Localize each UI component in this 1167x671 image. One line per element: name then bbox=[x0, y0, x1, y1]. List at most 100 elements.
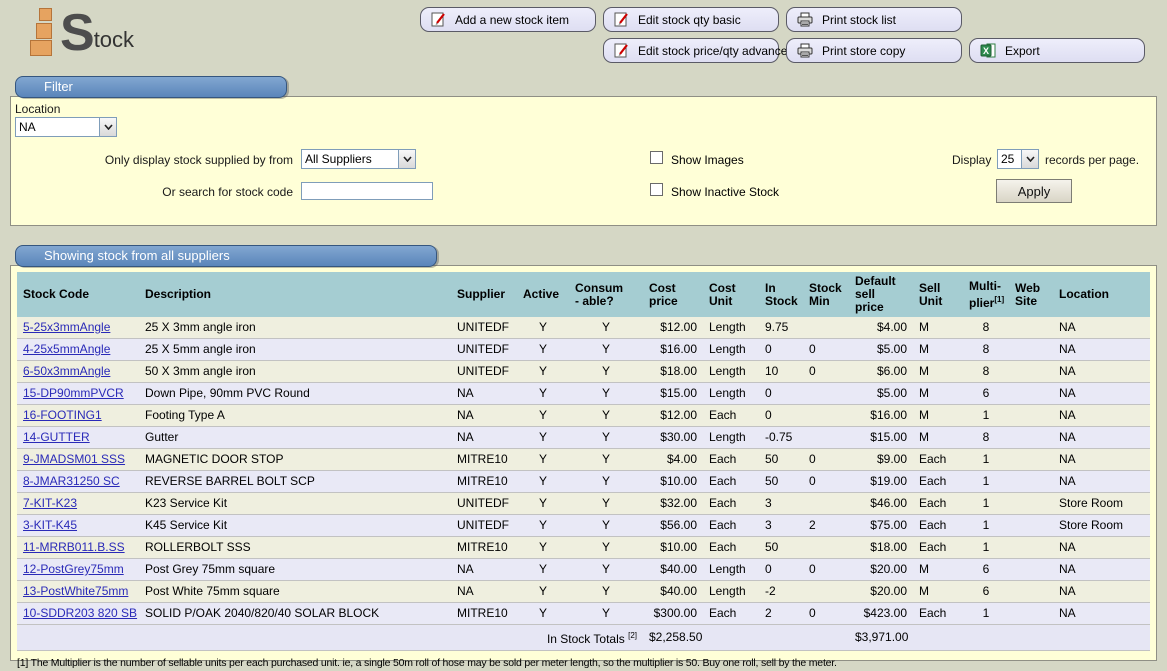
cell-multiplier: 8 bbox=[963, 317, 1009, 339]
records-per-page-value: 25 bbox=[998, 152, 1021, 166]
col-header-multiplier: Multi-plier[1] bbox=[963, 272, 1009, 317]
cell-web_site bbox=[1009, 427, 1053, 449]
cell-consumable: Y bbox=[569, 317, 643, 339]
cell-in_stock: 3 bbox=[759, 515, 803, 537]
stock-code-link[interactable]: 3-KIT-K45 bbox=[23, 518, 77, 532]
stock-code-link[interactable]: 15-DP90mmPVCR bbox=[23, 386, 124, 400]
cell-default_sell_price: $423.00 bbox=[849, 603, 913, 625]
stock-code-link[interactable]: 8-JMAR31250 SC bbox=[23, 474, 120, 488]
cell-default_sell_price: $6.00 bbox=[849, 361, 913, 383]
cell-description: SOLID P/OAK 2040/820/40 SOLAR BLOCK bbox=[139, 603, 451, 625]
cell-stock_min: 2 bbox=[803, 515, 849, 537]
cell-consumable: Y bbox=[569, 427, 643, 449]
supplier-select[interactable]: All Suppliers bbox=[301, 149, 416, 169]
stock-code-link[interactable]: 10-SDDR203 820 SB bbox=[23, 606, 137, 620]
cell-consumable: Y bbox=[569, 493, 643, 515]
cell-supplier: UNITEDF bbox=[451, 493, 517, 515]
cell-stock_code: 14-GUTTER bbox=[17, 427, 139, 449]
stock-code-link[interactable]: 9-JMADSM01 SSS bbox=[23, 452, 125, 466]
cell-cost_price: $10.00 bbox=[643, 471, 703, 493]
cell-location: NA bbox=[1053, 427, 1150, 449]
stock-list-tab[interactable]: Showing stock from all suppliers bbox=[15, 245, 437, 267]
cell-active: Y bbox=[517, 603, 569, 625]
cell-description: K23 Service Kit bbox=[139, 493, 451, 515]
cell-supplier: NA bbox=[451, 559, 517, 581]
cell-multiplier: 1 bbox=[963, 515, 1009, 537]
cell-stock_code: 8-JMAR31250 SC bbox=[17, 471, 139, 493]
cell-stock_min: 0 bbox=[803, 471, 849, 493]
edit-stock-price-advanced-button[interactable]: Edit stock price/qty advanced bbox=[603, 38, 779, 63]
cell-in_stock: 0 bbox=[759, 339, 803, 361]
cell-sell_unit: M bbox=[913, 361, 963, 383]
cell-default_sell_price: $5.00 bbox=[849, 383, 913, 405]
table-row: 7-KIT-K23K23 Service KitUNITEDFYY$32.00E… bbox=[17, 493, 1150, 515]
cell-cost_unit: Length bbox=[703, 581, 759, 603]
filter-tab[interactable]: Filter bbox=[15, 76, 287, 98]
cell-web_site bbox=[1009, 405, 1053, 427]
stock-code-link[interactable]: 6-50x3mmAngle bbox=[23, 364, 110, 378]
cell-description: REVERSE BARREL BOLT SCP bbox=[139, 471, 451, 493]
apply-button[interactable]: Apply bbox=[996, 179, 1072, 203]
cell-sell_unit: Each bbox=[913, 449, 963, 471]
cell-supplier: UNITEDF bbox=[451, 339, 517, 361]
cell-location: NA bbox=[1053, 559, 1150, 581]
cell-active: Y bbox=[517, 405, 569, 427]
stock-code-link[interactable]: 4-25x5mmAngle bbox=[23, 342, 110, 356]
cell-consumable: Y bbox=[569, 581, 643, 603]
cell-web_site bbox=[1009, 449, 1053, 471]
cell-stock_min bbox=[803, 493, 849, 515]
cell-sell_unit: Each bbox=[913, 537, 963, 559]
cell-default_sell_price: $18.00 bbox=[849, 537, 913, 559]
table-row: 6-50x3mmAngle50 X 3mm angle ironUNITEDFY… bbox=[17, 361, 1150, 383]
cell-web_site bbox=[1009, 361, 1053, 383]
cell-default_sell_price: $15.00 bbox=[849, 427, 913, 449]
cell-default_sell_price: $20.00 bbox=[849, 581, 913, 603]
stock-code-link[interactable]: 13-PostWhite75mm bbox=[23, 584, 128, 598]
stock-code-link[interactable]: 12-PostGrey75mm bbox=[23, 562, 124, 576]
col-header-default_sell_price: Defaultsell price bbox=[849, 272, 913, 317]
records-per-page-select[interactable]: 25 bbox=[997, 149, 1039, 169]
export-button[interactable]: X Export bbox=[969, 38, 1145, 63]
cell-location: NA bbox=[1053, 383, 1150, 405]
print-stock-list-button[interactable]: Print stock list bbox=[786, 7, 962, 32]
cell-consumable: Y bbox=[569, 361, 643, 383]
show-inactive-stock-checkbox[interactable] bbox=[650, 183, 663, 196]
col-header-consumable: Consum- able? bbox=[569, 272, 643, 317]
add-stock-item-button[interactable]: Add a new stock item bbox=[420, 7, 596, 32]
cell-cost_unit: Length bbox=[703, 383, 759, 405]
cell-supplier: MITRE10 bbox=[451, 537, 517, 559]
location-select[interactable]: NA bbox=[15, 117, 117, 137]
cell-cost_price: $56.00 bbox=[643, 515, 703, 537]
stock-code-link[interactable]: 14-GUTTER bbox=[23, 430, 90, 444]
table-row: 5-25x3mmAngle25 X 3mm angle ironUNITEDFY… bbox=[17, 317, 1150, 339]
cell-stock_code: 9-JMADSM01 SSS bbox=[17, 449, 139, 471]
cell-active: Y bbox=[517, 339, 569, 361]
show-images-checkbox[interactable] bbox=[650, 151, 663, 164]
cell-stock_min: 0 bbox=[803, 361, 849, 383]
cell-multiplier: 1 bbox=[963, 537, 1009, 559]
stock-code-link[interactable]: 11-MRRB011.B.SS bbox=[23, 540, 125, 554]
cell-multiplier: 1 bbox=[963, 449, 1009, 471]
cell-stock_code: 12-PostGrey75mm bbox=[17, 559, 139, 581]
stock-code-search-input[interactable] bbox=[301, 182, 433, 200]
cell-multiplier: 8 bbox=[963, 361, 1009, 383]
cell-active: Y bbox=[517, 449, 569, 471]
chevron-down-icon bbox=[398, 150, 415, 168]
footnotes: [1] The Multiplier is the number of sell… bbox=[17, 656, 1150, 671]
stock-code-link[interactable]: 7-KIT-K23 bbox=[23, 496, 77, 510]
cell-sell_unit: M bbox=[913, 405, 963, 427]
print-store-copy-button[interactable]: Print store copy bbox=[786, 38, 962, 63]
edit-icon bbox=[614, 43, 629, 58]
cell-in_stock: 50 bbox=[759, 449, 803, 471]
cell-description: MAGNETIC DOOR STOP bbox=[139, 449, 451, 471]
stock-code-link[interactable]: 16-FOOTING1 bbox=[23, 408, 102, 422]
cell-in_stock: 10 bbox=[759, 361, 803, 383]
edit-stock-qty-basic-button[interactable]: Edit stock qty basic bbox=[603, 7, 779, 32]
cell-web_site bbox=[1009, 537, 1053, 559]
cell-consumable: Y bbox=[569, 603, 643, 625]
stock-code-link[interactable]: 5-25x3mmAngle bbox=[23, 320, 110, 334]
cell-sell_unit: Each bbox=[913, 515, 963, 537]
table-row: 9-JMADSM01 SSSMAGNETIC DOOR STOPMITRE10Y… bbox=[17, 449, 1150, 471]
cell-stock_code: 5-25x3mmAngle bbox=[17, 317, 139, 339]
cell-cost_price: $30.00 bbox=[643, 427, 703, 449]
